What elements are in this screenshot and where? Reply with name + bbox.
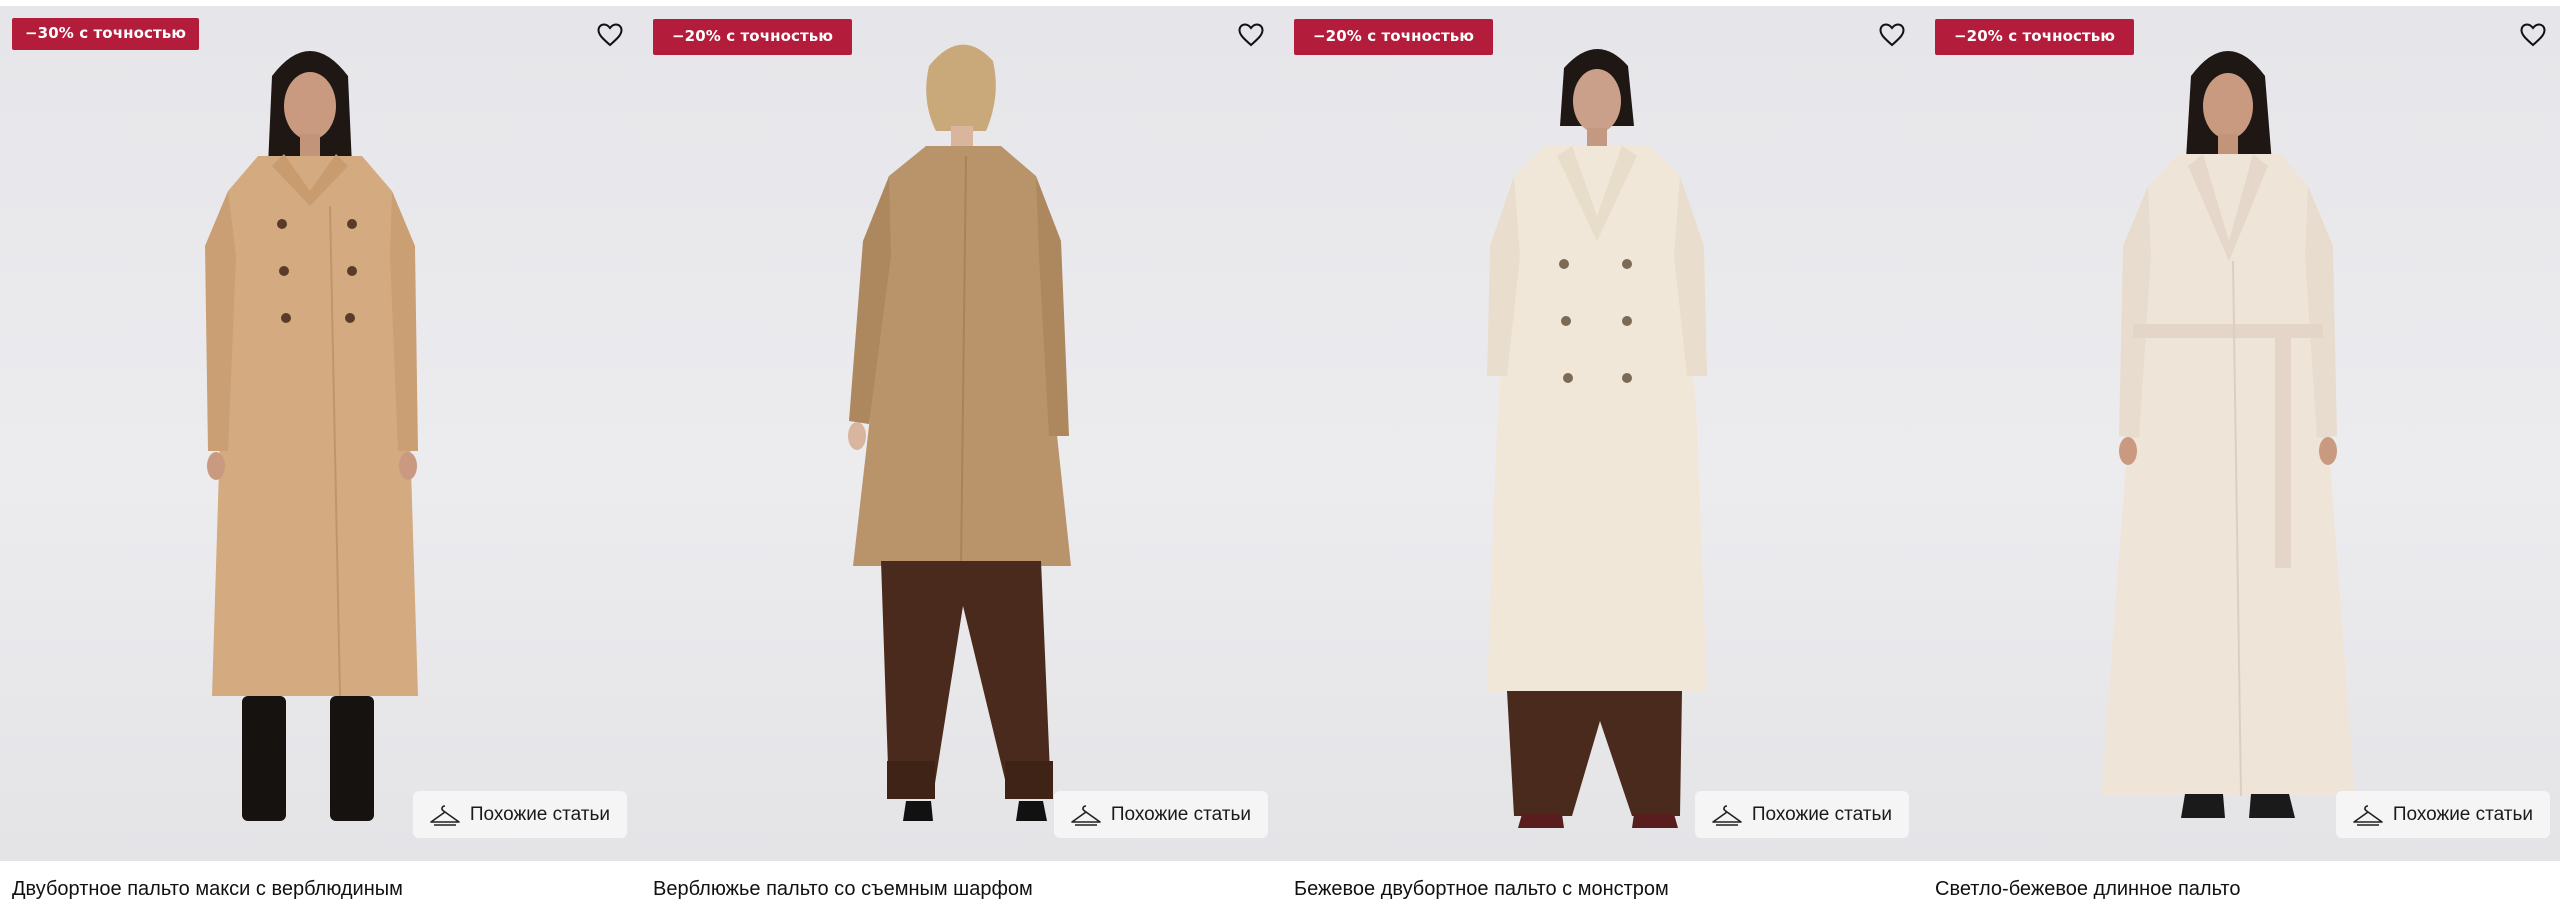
model-photo — [2101, 51, 2355, 818]
similar-items-label: Похожие статьи — [469, 803, 610, 825]
product-title[interactable]: Светло-бежевое длинное пальто — [1935, 878, 2240, 901]
product-title[interactable]: Бежевое двубортное пальто с монстром — [1294, 878, 1669, 901]
product-image[interactable]: −20% с точностью Похожие статьи — [1923, 6, 2560, 861]
similar-items-button[interactable]: Похожие статьи — [412, 791, 627, 838]
hanger-icon — [1071, 804, 1101, 826]
similar-items-label: Похожие статьи — [2392, 803, 2533, 825]
model-photo — [1487, 48, 1707, 828]
discount-badge: −20% с точностью — [1294, 19, 1494, 55]
product-title[interactable]: Двубортное пальто макси с верблюдиным — [12, 878, 403, 901]
product-image[interactable]: −30% с точностью Похожие статьи — [0, 6, 641, 861]
product-title[interactable]: Верблюжье пальто со съемным шарфом — [653, 878, 1033, 901]
discount-badge: −30% с точностью — [12, 18, 200, 50]
favorite-button[interactable] — [2518, 20, 2548, 50]
product-image[interactable]: −20% с точностью Похожие статьи — [1282, 6, 1923, 861]
favorite-button[interactable] — [1877, 20, 1907, 50]
product-image[interactable]: −20% с точностью Похожие статьи — [641, 6, 1282, 861]
product-grid: −30% с точностью Похожие статьи Двубортн… — [0, 6, 2560, 904]
favorite-button[interactable] — [1236, 20, 1266, 50]
hanger-icon — [430, 804, 460, 826]
favorite-button[interactable] — [595, 20, 625, 50]
heart-icon — [597, 23, 623, 47]
heart-icon — [1238, 23, 1264, 47]
discount-badge: −20% с точностью — [1935, 19, 2135, 55]
similar-items-button[interactable]: Похожие статьи — [2335, 791, 2550, 838]
model-photo — [205, 51, 418, 821]
product-card[interactable]: −20% с точностью Похожие статьи Верблюжь… — [641, 6, 1282, 904]
similar-items-label: Похожие статьи — [1751, 803, 1892, 825]
hanger-icon — [2353, 804, 2383, 826]
heart-icon — [2520, 23, 2546, 47]
similar-items-button[interactable]: Похожие статьи — [1053, 791, 1268, 838]
product-card[interactable]: −20% с точностью Похожие статьи Бежевое … — [1282, 6, 1923, 904]
model-photo — [848, 44, 1071, 821]
product-card[interactable]: −30% с точностью Похожие статьи Двубортн… — [0, 6, 641, 904]
similar-items-label: Похожие статьи — [1110, 803, 1251, 825]
discount-badge: −20% с точностью — [653, 19, 853, 55]
similar-items-button[interactable]: Похожие статьи — [1694, 791, 1909, 838]
product-card[interactable]: −20% с точностью Похожие статьи Светло-б… — [1923, 6, 2560, 904]
hanger-icon — [1712, 804, 1742, 826]
heart-icon — [1879, 23, 1905, 47]
